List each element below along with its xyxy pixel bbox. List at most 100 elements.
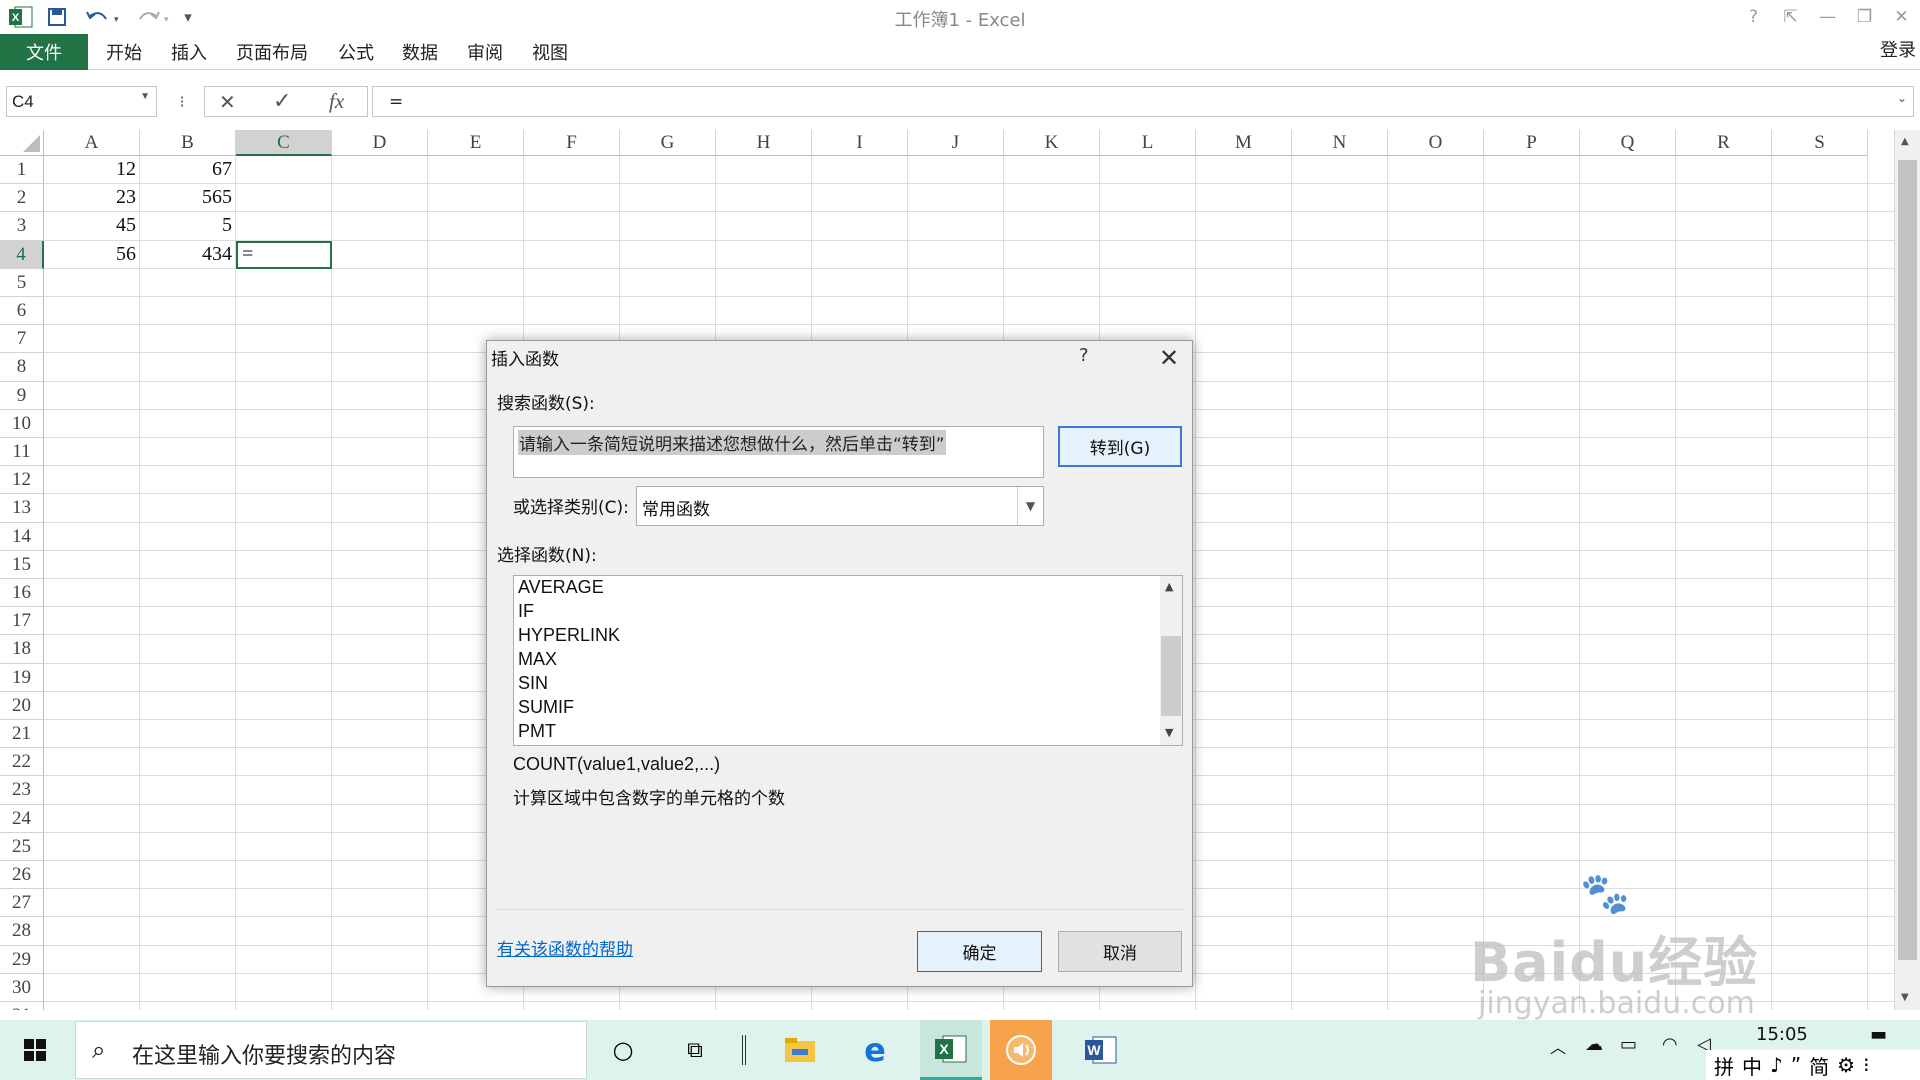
tab-page-layout[interactable]: 页面布局 bbox=[236, 34, 308, 70]
cell-b2[interactable]: 565 bbox=[140, 186, 232, 214]
ime-chinese[interactable]: 中 bbox=[1742, 1051, 1762, 1080]
ime-more-icon[interactable]: ⁝ bbox=[1863, 1053, 1869, 1077]
column-header[interactable]: F bbox=[524, 130, 620, 156]
column-header[interactable]: R bbox=[1676, 130, 1772, 156]
dialog-close-icon[interactable]: ✕ bbox=[1149, 341, 1189, 375]
ribbon-display-icon[interactable]: ⇱ bbox=[1772, 0, 1809, 34]
select-all-corner[interactable] bbox=[0, 130, 44, 156]
ime-settings-icon[interactable]: ⚙ bbox=[1837, 1053, 1855, 1077]
list-item[interactable]: IF bbox=[518, 601, 534, 622]
list-item[interactable]: PMT bbox=[518, 721, 556, 742]
wifi-icon[interactable]: ◠ bbox=[1662, 1034, 1678, 1055]
cortana-icon[interactable]: ○ bbox=[598, 1020, 648, 1080]
scroll-down-icon[interactable]: ▼ bbox=[1165, 726, 1173, 739]
minimize-icon[interactable]: — bbox=[1809, 0, 1846, 34]
notification-icon[interactable]: ▬ bbox=[1870, 1024, 1887, 1045]
list-scrollbar[interactable]: ▲ ▼ bbox=[1160, 576, 1182, 745]
ime-simplified[interactable]: 简 bbox=[1809, 1051, 1829, 1080]
task-view-icon[interactable]: ⧉ bbox=[670, 1020, 720, 1080]
vertical-scrollbar[interactable]: ▲ ▼ bbox=[1894, 130, 1920, 1010]
ime-punct-icon[interactable]: ♪ bbox=[1770, 1053, 1783, 1077]
cancel-button[interactable]: 取消 bbox=[1058, 931, 1182, 972]
function-help-link[interactable]: 有关该函数的帮助 bbox=[497, 935, 633, 960]
help-icon[interactable]: ? bbox=[1735, 0, 1772, 34]
row-header[interactable]: 9 bbox=[0, 381, 44, 410]
cancel-entry-icon[interactable]: ✕ bbox=[219, 90, 236, 114]
row-header[interactable]: 7 bbox=[0, 325, 44, 354]
cell-b1[interactable]: 67 bbox=[140, 158, 232, 186]
row-header[interactable]: 24 bbox=[0, 804, 44, 833]
sign-in-link[interactable]: 登录 bbox=[1880, 36, 1916, 62]
row-header[interactable]: 16 bbox=[0, 579, 44, 608]
close-icon[interactable]: ✕ bbox=[1883, 0, 1920, 34]
insert-function-icon[interactable]: fx bbox=[329, 89, 344, 114]
row-header[interactable]: 27 bbox=[0, 889, 44, 918]
cell-c4[interactable]: = bbox=[236, 240, 332, 269]
row-header[interactable]: 6 bbox=[0, 297, 44, 326]
search-function-input[interactable]: 请输入一条简短说明来描述您想做什么，然后单击“转到” bbox=[513, 426, 1044, 478]
chevron-up-icon[interactable]: ︿ bbox=[1550, 1034, 1566, 1058]
tab-data[interactable]: 数据 bbox=[402, 34, 438, 70]
column-header[interactable]: O bbox=[1388, 130, 1484, 156]
function-list[interactable]: AVERAGE IF HYPERLINK MAX SIN SUMIF PMT ▲… bbox=[513, 575, 1183, 746]
row-header[interactable]: 15 bbox=[0, 550, 44, 579]
restore-icon[interactable]: ❐ bbox=[1846, 0, 1883, 34]
chevron-down-icon[interactable]: ▼ bbox=[140, 91, 150, 102]
row-header[interactable]: 2 bbox=[0, 184, 44, 213]
row-header[interactable]: 20 bbox=[0, 691, 44, 720]
row-header[interactable]: 8 bbox=[0, 353, 44, 382]
tab-file[interactable]: 文件 bbox=[0, 34, 88, 70]
clock-time[interactable]: 15:05 bbox=[1756, 1024, 1808, 1045]
list-item[interactable]: MAX bbox=[518, 649, 557, 670]
row-header[interactable]: 26 bbox=[0, 861, 44, 890]
row-header[interactable]: 4 bbox=[0, 240, 44, 269]
column-header[interactable]: D bbox=[332, 130, 428, 156]
list-item[interactable]: AVERAGE bbox=[518, 577, 604, 598]
row-header[interactable]: 12 bbox=[0, 466, 44, 495]
tab-review[interactable]: 审阅 bbox=[467, 34, 503, 70]
column-header[interactable]: A bbox=[44, 130, 140, 156]
list-item[interactable]: SUMIF bbox=[518, 697, 574, 718]
expand-formula-icon[interactable]: ⌄ bbox=[1897, 91, 1907, 105]
category-select[interactable]: 常用函数 ▼ bbox=[636, 486, 1044, 526]
column-header[interactable]: C bbox=[236, 130, 332, 156]
scrollbar-thumb[interactable] bbox=[1898, 160, 1917, 960]
cell-a2[interactable]: 23 bbox=[44, 186, 136, 214]
tab-home[interactable]: 开始 bbox=[106, 34, 142, 70]
column-header[interactable]: P bbox=[1484, 130, 1580, 156]
row-header[interactable]: 3 bbox=[0, 212, 44, 241]
row-header[interactable]: 29 bbox=[0, 945, 44, 974]
column-header[interactable]: I bbox=[812, 130, 908, 156]
cell-a4[interactable]: 56 bbox=[44, 243, 136, 271]
column-header[interactable]: S bbox=[1772, 130, 1868, 156]
list-item[interactable]: SIN bbox=[518, 673, 548, 694]
cell-b3[interactable]: 5 bbox=[140, 214, 232, 242]
dialog-help-icon[interactable]: ? bbox=[1079, 345, 1089, 366]
row-header[interactable]: 13 bbox=[0, 494, 44, 523]
tab-insert[interactable]: 插入 bbox=[171, 34, 207, 70]
formula-input[interactable]: = ⌄ bbox=[372, 86, 1914, 117]
chevron-down-icon[interactable]: ▼ bbox=[1017, 487, 1043, 525]
column-header[interactable]: M bbox=[1196, 130, 1292, 156]
scroll-down-icon[interactable]: ▼ bbox=[1901, 992, 1909, 1003]
cell-a1[interactable]: 12 bbox=[44, 158, 136, 186]
scrollbar-thumb[interactable] bbox=[1161, 636, 1181, 716]
column-header[interactable]: J bbox=[908, 130, 1004, 156]
row-header[interactable]: 19 bbox=[0, 663, 44, 692]
tab-formulas[interactable]: 公式 bbox=[338, 34, 374, 70]
row-header[interactable]: 10 bbox=[0, 409, 44, 438]
ime-pinyin[interactable]: 拼 bbox=[1714, 1051, 1734, 1080]
cell-a3[interactable]: 45 bbox=[44, 214, 136, 242]
file-explorer-icon[interactable] bbox=[770, 1020, 830, 1080]
column-header[interactable]: N bbox=[1292, 130, 1388, 156]
ok-button[interactable]: 确定 bbox=[917, 931, 1042, 972]
more-options-icon[interactable]: ⁝ bbox=[172, 86, 192, 117]
row-header[interactable]: 11 bbox=[0, 438, 44, 467]
row-header[interactable]: 18 bbox=[0, 635, 44, 664]
cloud-icon[interactable]: ☁ bbox=[1585, 1034, 1603, 1055]
row-header[interactable]: 5 bbox=[0, 268, 44, 297]
row-header[interactable]: 14 bbox=[0, 522, 44, 551]
column-header[interactable]: E bbox=[428, 130, 524, 156]
column-header[interactable]: Q bbox=[1580, 130, 1676, 156]
row-header[interactable]: 30 bbox=[0, 973, 44, 1002]
